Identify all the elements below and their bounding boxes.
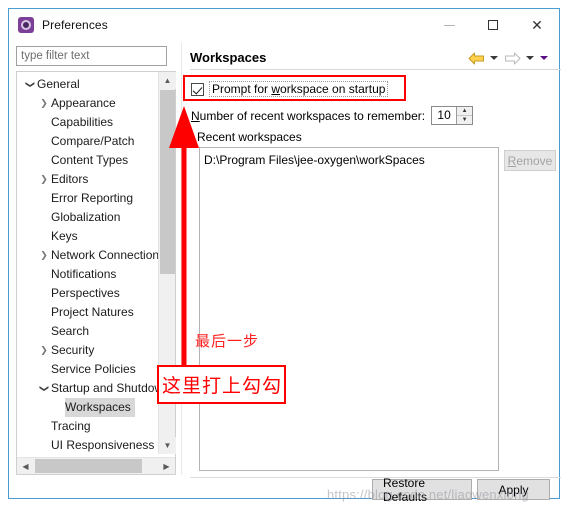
- sidebar-item-project-natures[interactable]: Project Natures: [17, 303, 158, 322]
- remove-label: emove: [516, 153, 553, 168]
- scroll-right-icon[interactable]: ▶: [158, 458, 175, 474]
- remove-mnemonic: R: [507, 153, 517, 168]
- minimize-button[interactable]: [427, 9, 471, 41]
- annotation-check-here-text: 这里打上勾勾: [162, 375, 283, 397]
- recent-workspaces-label: Recent workspaces: [197, 130, 302, 144]
- forward-arrow-icon[interactable]: [502, 50, 522, 66]
- maximize-button[interactable]: [471, 9, 515, 41]
- sidebar-item-general[interactable]: ❯ General: [17, 75, 158, 94]
- chevron-right-icon[interactable]: ❯: [37, 246, 51, 265]
- preferences-gear-icon: [18, 17, 34, 33]
- remove-button: Remove: [504, 150, 556, 171]
- page-title: Workspaces: [190, 50, 267, 65]
- recent-count-stepper[interactable]: 10 ▲ ▼: [431, 106, 474, 125]
- sidebar-item-content-types[interactable]: Content Types: [17, 151, 158, 170]
- chevron-right-icon[interactable]: ❯: [37, 341, 51, 360]
- sidebar-item-label: Startup and Shutdown: [51, 381, 158, 395]
- sidebar-item-label: Error Reporting: [51, 191, 134, 205]
- filter-placeholder: type filter text: [21, 50, 90, 62]
- window-controls: ✕: [427, 9, 559, 41]
- view-menu-chevron-down-icon[interactable]: [538, 50, 550, 66]
- sidebar-item-security[interactable]: ❯ Security: [17, 341, 158, 360]
- sidebar-item-compare-patch[interactable]: Compare/Patch: [17, 132, 158, 151]
- scroll-up-icon[interactable]: ▲: [159, 72, 176, 89]
- sidebar-item-label: Tracing: [51, 419, 91, 433]
- list-item[interactable]: D:\Program Files\jee-oxygen\workSpaces: [204, 152, 498, 168]
- tree-horizontal-scrollbar[interactable]: ◀ ▶: [17, 457, 175, 474]
- back-history-chevron-down-icon[interactable]: [488, 50, 500, 66]
- footer-separator: [190, 477, 561, 478]
- preferences-tree[interactable]: ❯ General ❯ Appearance Capabilities Compare/P…: [16, 71, 176, 475]
- close-icon[interactable]: ✕: [515, 9, 559, 41]
- chevron-right-icon[interactable]: ❯: [37, 170, 51, 189]
- recent-count-row: Number of recent workspaces to remember:…: [191, 106, 474, 125]
- sidebar-item-capabilities[interactable]: Capabilities: [17, 113, 158, 132]
- chevron-right-icon[interactable]: ❯: [37, 94, 51, 113]
- sidebar-item-label: Content Types: [51, 153, 129, 167]
- sidebar-item-workspaces[interactable]: Workspaces: [17, 398, 158, 417]
- preferences-dialog: Preferences ✕ type filter text ❯ General ❯…: [8, 8, 561, 504]
- stepper-down-icon[interactable]: ▼: [457, 116, 473, 124]
- back-arrow-icon[interactable]: [466, 50, 486, 66]
- scroll-left-icon[interactable]: ◀: [17, 458, 34, 474]
- stepper-up-icon[interactable]: ▲: [457, 107, 473, 116]
- sidebar-item-label: Notifications: [51, 267, 117, 281]
- prompt-for-workspace-checkbox[interactable]: [191, 82, 204, 96]
- recent-count-label: Number of recent workspaces to remember:: [191, 108, 426, 123]
- title-separator: [190, 69, 561, 70]
- sidebar-item-label: Appearance: [51, 96, 116, 110]
- sidebar-item-network-connections[interactable]: ❯ Network Connections: [17, 246, 158, 265]
- sidebar-item-search[interactable]: Search: [17, 322, 158, 341]
- label-pre: Prompt for: [212, 82, 272, 96]
- sidebar-item-notifications[interactable]: Notifications: [17, 265, 158, 284]
- forward-history-chevron-down-icon[interactable]: [524, 50, 536, 66]
- chevron-down-icon[interactable]: ❯: [35, 382, 54, 396]
- prompt-for-workspace-row[interactable]: Prompt for workspace on startup: [191, 81, 389, 97]
- sidebar-item-ui-responsiveness-monitoring[interactable]: UI Responsiveness Monitoring: [17, 436, 158, 454]
- stepper-buttons: ▲ ▼: [456, 107, 473, 124]
- sidebar-item-label: Search: [51, 324, 90, 338]
- sidebar-item-label: Perspectives: [51, 286, 120, 300]
- sidebar-item-label: Service Policies: [51, 362, 136, 376]
- sidebar-item-error-reporting[interactable]: Error Reporting: [17, 189, 158, 208]
- label-mnemonic: w: [271, 82, 281, 96]
- sidebar-item-tracing[interactable]: Tracing: [17, 417, 158, 436]
- title-bar: Preferences ✕: [9, 9, 559, 41]
- sidebar-item-label: Globalization: [51, 210, 121, 224]
- sidebar-item-label: UI Responsiveness Monitoring: [51, 438, 158, 452]
- sidebar-item-label: Security: [51, 343, 95, 357]
- watermark: https://blog.csdn.net/liaowenxiong: [327, 487, 529, 502]
- horizontal-scroll-thumb[interactable]: [35, 459, 142, 473]
- sidebar-item-service-policies[interactable]: Service Policies: [17, 360, 158, 379]
- window-title: Preferences: [42, 18, 108, 32]
- sidebar-item-appearance[interactable]: ❯ Appearance: [17, 94, 158, 113]
- filter-input[interactable]: type filter text: [16, 46, 167, 66]
- annotation-last-step-text: 最后一步: [195, 332, 260, 350]
- sidebar-item-label: Capabilities: [51, 115, 114, 129]
- page-navigation-toolbar: [466, 50, 550, 66]
- recent-workspaces-list[interactable]: D:\Program Files\jee-oxygen\workSpaces: [199, 147, 499, 471]
- sidebar-item-label: Keys: [51, 229, 78, 243]
- sidebar-item-globalization[interactable]: Globalization: [17, 208, 158, 227]
- prompt-for-workspace-label: Prompt for workspace on startup: [209, 81, 389, 97]
- sidebar-item-label: Network Connections: [51, 248, 158, 262]
- sidebar-item-label: General: [37, 77, 80, 91]
- label-post: orkspace on startup: [280, 82, 386, 96]
- sidebar-item-startup-and-shutdown[interactable]: ❯ Startup and Shutdown: [17, 379, 159, 398]
- tree-list: ❯ General ❯ Appearance Capabilities Compare/P…: [17, 72, 159, 454]
- tree-viewport: ❯ General ❯ Appearance Capabilities Compare/P…: [17, 72, 159, 454]
- scroll-down-icon[interactable]: ▼: [159, 437, 176, 454]
- sidebar-item-label: Compare/Patch: [51, 134, 135, 148]
- sidebar-item-keys[interactable]: Keys: [17, 227, 158, 246]
- sidebar-item-perspectives[interactable]: Perspectives: [17, 284, 158, 303]
- sidebar-item-label: Project Natures: [51, 305, 134, 319]
- sidebar-item-label: Editors: [51, 172, 89, 186]
- recent-count-value[interactable]: 10: [432, 107, 457, 124]
- sidebar-item-editors[interactable]: ❯ Editors: [17, 170, 158, 189]
- sidebar-item-label: Workspaces: [65, 398, 135, 417]
- chevron-down-icon[interactable]: ❯: [21, 78, 40, 92]
